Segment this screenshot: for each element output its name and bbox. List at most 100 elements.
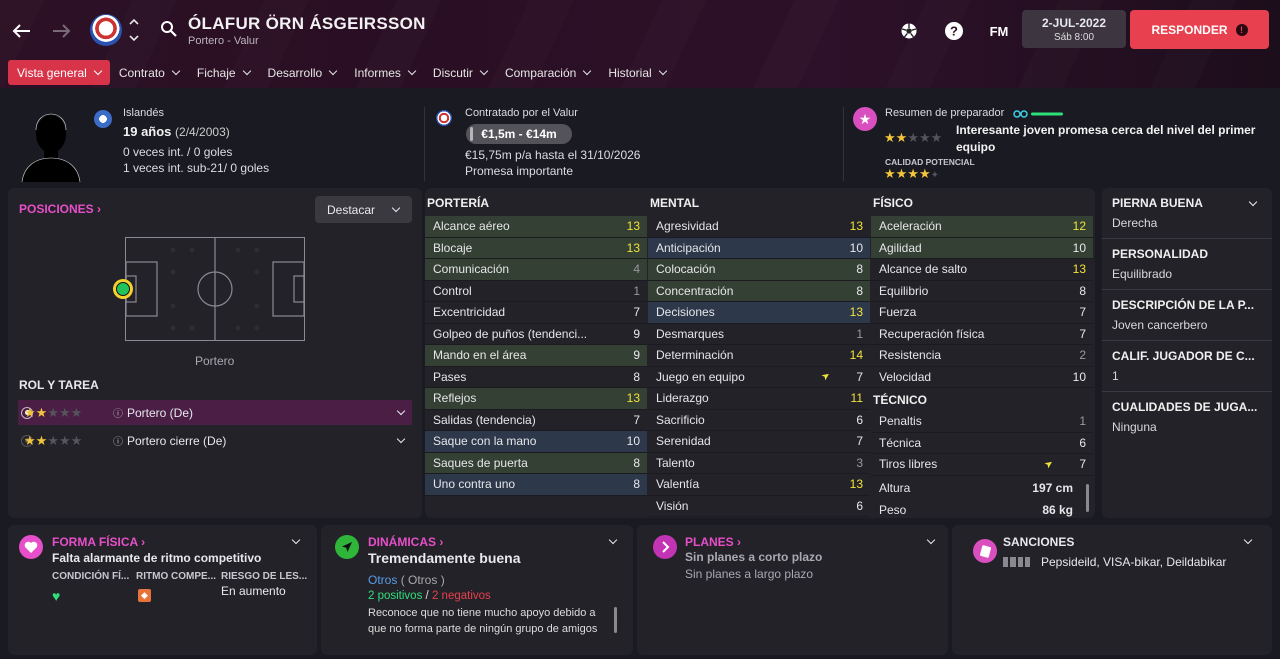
attribute-name: Saque con la mano [433,434,537,449]
attribute-row[interactable]: Uno contra uno 8 [425,474,647,496]
attribute-row[interactable]: Tiros libres ➤ 7 [871,454,1093,476]
attribute-row[interactable]: Aceleración 12 [871,216,1093,238]
description-section[interactable]: DESCRIPCIÓN DE LA P... Joven cancerbero [1102,290,1272,341]
dynamics-title[interactable]: DINÁMICAS › [368,535,443,549]
personality-section[interactable]: PERSONALIDAD Equilibrado [1102,239,1272,290]
role-row-portero[interactable]: ★★★★★ ⓘ Portero (De) [18,400,412,425]
up-down-chevron-icon[interactable] [128,16,140,44]
attribute-row[interactable]: Resistencia 2 [871,345,1093,367]
fm-menu-button[interactable]: FM [985,20,1013,42]
highlight-dropdown[interactable]: Destacar [315,196,412,223]
sanctions-panel [952,525,1272,655]
attribute-row[interactable]: Comunicación 4 [425,259,647,281]
tab-historial[interactable]: Historial [599,60,674,85]
info-icon[interactable]: ⓘ [113,433,123,448]
attribute-row[interactable]: Reflejos 13 [425,388,647,410]
ball-icon[interactable] [898,20,920,42]
tab-fichaje[interactable]: Fichaje [188,60,259,85]
attribute-name: Desmarques [656,326,725,341]
positives: 2 positivos [368,590,423,602]
attribute-row[interactable]: Mando en el área 9 [425,345,647,367]
tab-comparacion[interactable]: Comparación [496,60,599,85]
attribute-row[interactable]: Decisiones 13 [648,302,870,324]
attribute-row[interactable]: Saques de puerta 8 [425,452,647,474]
attribute-row[interactable]: Determinación 14 [648,345,870,367]
scrollbar[interactable] [614,607,617,633]
chevron-down-icon [171,66,181,76]
attribute-row[interactable]: Saque con la mano 10 [425,431,647,453]
respond-button[interactable]: RESPONDER ! [1130,10,1269,49]
attribute-row[interactable]: Sacrificio 6 [648,410,870,431]
attribute-row[interactable]: Colocación 8 [648,259,870,281]
attribute-value: 8 [633,455,640,470]
tab-contrato[interactable]: Contrato [110,60,188,85]
chevron-down-icon[interactable] [396,406,406,416]
rating-section[interactable]: CALIF. JUGADOR DE C... 1 [1102,341,1272,392]
attribute-row[interactable]: Técnica 6 [871,433,1093,454]
alert-icon: ! [1235,23,1248,36]
attribute-row[interactable]: Valentía 13 [648,474,870,496]
side-title-text: PIERNA BUENA [1112,196,1203,210]
group-link[interactable]: Otros [368,573,397,587]
club-crest-icon[interactable] [90,14,122,46]
attribute-value: 8 [633,369,640,384]
tab-vista-general[interactable]: Vista general [8,60,110,85]
dynamics-group[interactable]: Otros ( Otros ) [368,573,445,587]
plans-title[interactable]: PLANES › [685,535,741,549]
attribute-row[interactable]: Blocaje 13 [425,237,647,259]
attribute-row[interactable]: Juego en equipo ➤ 7 [648,367,870,388]
chevron-down-icon [93,66,103,76]
value-pill[interactable]: €1,5m - €14m [466,124,572,144]
chevron-down-icon[interactable] [1248,197,1258,207]
attribute-row[interactable]: Excentricidad 7 [425,302,647,324]
chevron-down-icon[interactable] [396,434,406,444]
attribute-row[interactable]: Velocidad 10 [871,367,1093,388]
attribute-row[interactable]: Agresividad 13 [648,216,870,238]
attribute-name: Liderazgo [656,391,709,406]
info-icon[interactable]: ⓘ [113,405,123,420]
tab-discutir[interactable]: Discutir [424,60,496,85]
scrollbar[interactable] [1086,484,1089,512]
role-row-portero-cierre[interactable]: ★★★★★ ⓘ Portero cierre (De) [18,428,412,453]
attribute-row[interactable]: Agilidad 10 [871,237,1093,259]
attribute-row[interactable]: Pases 8 [425,367,647,388]
attribute-row[interactable]: Control 1 [425,281,647,302]
attribute-row[interactable]: Liderazgo 11 [648,388,870,410]
fitness-title[interactable]: FORMA FÍSICA › [52,535,145,549]
date-widget[interactable]: 2-JUL-2022 Sáb 8:00 [1022,10,1126,48]
attribute-row[interactable]: Concentración 8 [648,280,870,302]
attribute-name: Golpeo de puños (tendenci... [433,326,588,341]
match-fitness-label: RITMO COMPE... [136,571,216,582]
attribute-row[interactable]: Golpeo de puños (tendenci... 9 [425,324,647,345]
attribute-row[interactable]: Alcance de salto 13 [871,259,1093,281]
attribute-row[interactable]: Fuerza 7 [871,302,1093,324]
attribute-row[interactable]: Recuperación física 7 [871,324,1093,345]
height-value: 197 cm [1032,481,1073,496]
attribute-value: 9 [633,348,640,363]
forward-arrow-icon[interactable] [49,18,75,44]
attribute-name: Resistencia [879,348,942,363]
respond-label: RESPONDER [1151,22,1228,37]
positions-title[interactable]: POSICIONES › [19,202,101,216]
attribute-row[interactable]: Penaltis 1 [871,411,1093,433]
help-icon[interactable]: ? [943,20,965,42]
attribute-row[interactable]: Talento 3 [648,453,870,474]
attribute-row[interactable]: Equilibrio 8 [871,281,1093,302]
side-title: PERSONALIDAD [1112,247,1209,261]
goalkeeping-title: PORTERÍA [427,196,490,210]
attribute-row[interactable]: Alcance aéreo 13 [425,216,647,238]
search-icon[interactable] [160,20,178,41]
qualities-section[interactable]: CUALIDADES DE JUGA... Ninguna [1102,392,1272,443]
attribute-row[interactable]: Salidas (tendencia) 7 [425,410,647,431]
attribute-row[interactable]: Serenidad 7 [648,431,870,453]
attribute-value: 13 [626,240,640,255]
back-arrow-icon[interactable] [8,18,34,44]
tab-informes[interactable]: Informes [345,60,424,85]
goalkeeper-position-marker[interactable] [113,279,133,299]
squad-status: Promesa importante [465,164,574,178]
tab-desarrollo[interactable]: Desarrollo [259,60,346,85]
attribute-row[interactable]: Anticipación 10 [648,237,870,259]
preferred-foot-section[interactable]: PIERNA BUENA Derecha [1102,188,1272,239]
attribute-row[interactable]: Visión 6 [648,496,870,517]
attribute-row[interactable]: Desmarques 1 [648,324,870,345]
